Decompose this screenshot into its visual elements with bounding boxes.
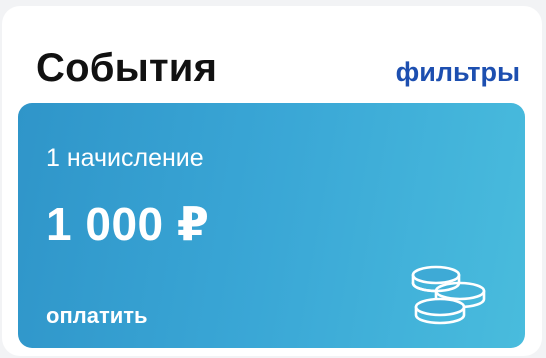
charges-amount: 1 000 ₽	[46, 198, 210, 250]
coins-icon	[411, 265, 486, 325]
charges-card[interactable]: 1 начисление 1 000 ₽ оплатить	[18, 103, 525, 348]
filters-link[interactable]: фильтры	[396, 56, 520, 88]
events-panel: События фильтры 1 начисление 1 000 ₽ опл…	[2, 6, 542, 356]
page-title: События	[36, 46, 218, 90]
charges-count: 1 начисление	[46, 144, 204, 172]
pay-link[interactable]: оплатить	[46, 303, 148, 329]
